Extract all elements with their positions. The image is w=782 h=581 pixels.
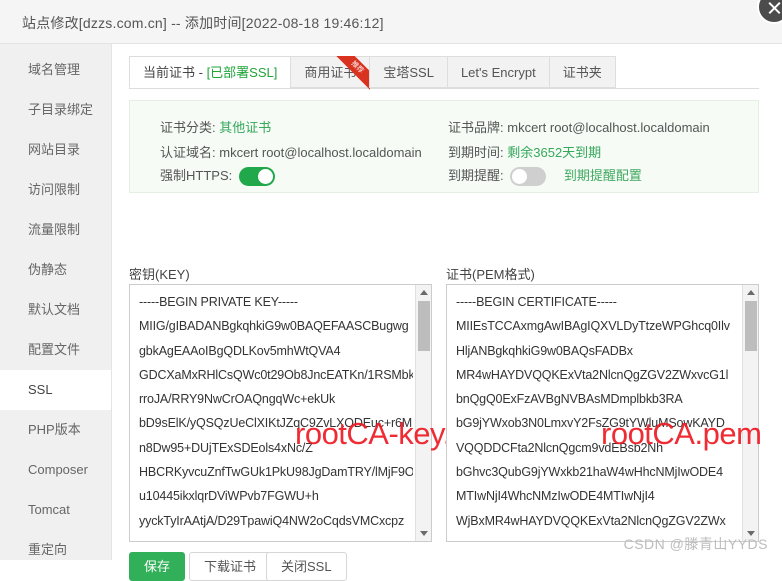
- sidebar-item-label: 默认文档: [28, 302, 81, 317]
- sidebar-item-redirect[interactable]: 重定向: [0, 530, 111, 570]
- certificate-info-box: 证书分类: 其他证书 认证域名: mkcert root@localhost.l…: [129, 100, 759, 193]
- sidebar-item-access[interactable]: 访问限制: [0, 170, 111, 210]
- cert-domain-label: 认证域名:: [160, 145, 216, 160]
- cert-expire-row: 到期时间: 剩余3652天到期: [448, 144, 601, 162]
- sidebar-item-label: 域名管理: [28, 62, 81, 77]
- sidebar-item-label: Tomcat: [28, 502, 70, 517]
- site-modify-dialog: 站点修改[dzzs.com.cn] -- 添加时间[2022-08-18 19:…: [0, 0, 782, 581]
- tab-commercial-cert[interactable]: 商用证书 推荐: [290, 56, 371, 90]
- scroll-up-arrow-icon[interactable]: [747, 290, 755, 295]
- tab-label: 当前证书 -: [143, 65, 207, 80]
- scroll-down-arrow-icon[interactable]: [420, 531, 428, 536]
- sidebar-item-label: 流量限制: [28, 222, 81, 237]
- tab-label: 商用证书: [304, 65, 357, 80]
- scrollbar-thumb[interactable]: [418, 301, 430, 351]
- sidebar-item-label: Composer: [28, 462, 88, 477]
- cert-category-label: 证书分类:: [160, 120, 216, 135]
- sidebar-item-label: 配置文件: [28, 342, 81, 357]
- cert-brand-value: mkcert root@localhost.localdomain: [507, 120, 710, 135]
- sidebar-item-label: PHP版本: [28, 422, 81, 437]
- sidebar-item-config[interactable]: 配置文件: [0, 330, 111, 370]
- dialog-titlebar: 站点修改[dzzs.com.cn] -- 添加时间[2022-08-18 19:…: [0, 0, 782, 44]
- sidebar-item-label: SSL: [28, 382, 53, 397]
- ssl-panel: 当前证书 - [已部署SSL] 商用证书 推荐 宝塔SSL Let's Encr…: [113, 44, 782, 581]
- sidebar-item-webdir[interactable]: 网站目录: [0, 130, 111, 170]
- sidebar-item-label: 子目录绑定: [28, 102, 94, 117]
- expire-remind-config-link[interactable]: 到期提醒配置: [564, 168, 642, 183]
- sidebar-item-defaultdoc[interactable]: 默认文档: [0, 290, 111, 330]
- page-title: 站点修改[dzzs.com.cn] -- 添加时间[2022-08-18 19:…: [22, 15, 384, 31]
- tab-current-cert[interactable]: 当前证书 - [已部署SSL]: [129, 56, 291, 88]
- save-button[interactable]: 保存: [129, 552, 186, 581]
- sidebar-item-tomcat[interactable]: Tomcat: [0, 490, 111, 530]
- sidebar-item-rewrite[interactable]: 伪静态: [0, 250, 111, 290]
- close-ssl-button[interactable]: 关闭SSL: [266, 552, 347, 581]
- key-scrollbar[interactable]: [415, 285, 431, 541]
- sidebar-item-label: 网站目录: [28, 142, 81, 157]
- close-icon[interactable]: [757, 0, 782, 24]
- force-https-label: 强制HTTPS:: [160, 168, 233, 183]
- key-textarea[interactable]: -----BEGIN PRIVATE KEY----- MIIG/gIBADAN…: [129, 284, 432, 542]
- cert-brand-row: 证书品牌: mkcert root@localhost.localdomain: [448, 119, 710, 137]
- sidebar-item-label: 重定向: [28, 542, 68, 557]
- cert-domain-row: 认证域名: mkcert root@localhost.localdomain: [160, 144, 422, 162]
- tab-bt-ssl[interactable]: 宝塔SSL: [369, 56, 447, 88]
- cert-expire-label: 到期时间:: [448, 145, 504, 160]
- sidebar-item-domain[interactable]: 域名管理: [0, 50, 111, 90]
- expire-remind-toggle[interactable]: [510, 167, 547, 186]
- expire-remind-row: 到期提醒: 到期提醒配置: [448, 167, 642, 186]
- cert-domain-value: mkcert root@localhost.localdomain: [219, 145, 422, 160]
- tab-label: 宝塔SSL: [383, 65, 434, 80]
- sidebar-item-subdir[interactable]: 子目录绑定: [0, 90, 111, 130]
- tab-cert-folder[interactable]: 证书夹: [548, 56, 616, 88]
- toggle-knob: [257, 169, 273, 184]
- ssl-tabbar: 当前证书 - [已部署SSL] 商用证书 推荐 宝塔SSL Let's Encr…: [129, 56, 759, 90]
- pem-field-label: 证书(PEM格式): [446, 267, 535, 282]
- pem-textarea[interactable]: -----BEGIN CERTIFICATE----- MIIEsTCCAxmg…: [446, 284, 759, 542]
- close-glyph: [767, 0, 782, 15]
- force-https-row: 强制HTTPS:: [160, 167, 275, 186]
- expire-remind-label: 到期提醒:: [448, 168, 504, 183]
- sidebar-item-composer[interactable]: Composer: [0, 450, 111, 490]
- sidebar-item-ssl[interactable]: SSL: [0, 370, 111, 410]
- key-field-label: 密钥(KEY): [129, 267, 190, 282]
- cert-category-value: 其他证书: [219, 120, 272, 135]
- cert-expire-value: 剩余3652天到期: [507, 145, 602, 160]
- key-textarea-content: -----BEGIN PRIVATE KEY----- MIIG/gIBADAN…: [139, 295, 413, 528]
- scroll-up-arrow-icon[interactable]: [420, 290, 428, 295]
- cert-brand-label: 证书品牌:: [448, 120, 504, 135]
- pem-textarea-content: -----BEGIN CERTIFICATE----- MIIEsTCCAxmg…: [456, 295, 730, 528]
- scrollbar-thumb[interactable]: [745, 301, 757, 351]
- csdn-watermark: CSDN @滕青山YYDS: [623, 536, 768, 552]
- pem-scrollbar[interactable]: [742, 285, 758, 541]
- toggle-knob: [512, 169, 528, 184]
- tab-label: Let's Encrypt: [460, 65, 536, 80]
- cert-category-row: 证书分类: 其他证书: [160, 119, 271, 137]
- sidebar-item-traffic[interactable]: 流量限制: [0, 210, 111, 250]
- tab-lets-encrypt[interactable]: Let's Encrypt: [446, 56, 549, 88]
- force-https-toggle[interactable]: [238, 167, 275, 186]
- tab-deployed-badge: [已部署SSL]: [206, 65, 278, 80]
- tab-label: 证书夹: [562, 65, 602, 80]
- sidebar-item-php[interactable]: PHP版本: [0, 410, 111, 450]
- download-cert-button[interactable]: 下载证书: [189, 552, 272, 581]
- sidebar: 域名管理 子目录绑定 网站目录 访问限制 流量限制 伪静态 默认文档 配置文件 …: [0, 44, 112, 560]
- sidebar-item-label: 访问限制: [28, 182, 81, 197]
- sidebar-item-label: 伪静态: [28, 262, 68, 277]
